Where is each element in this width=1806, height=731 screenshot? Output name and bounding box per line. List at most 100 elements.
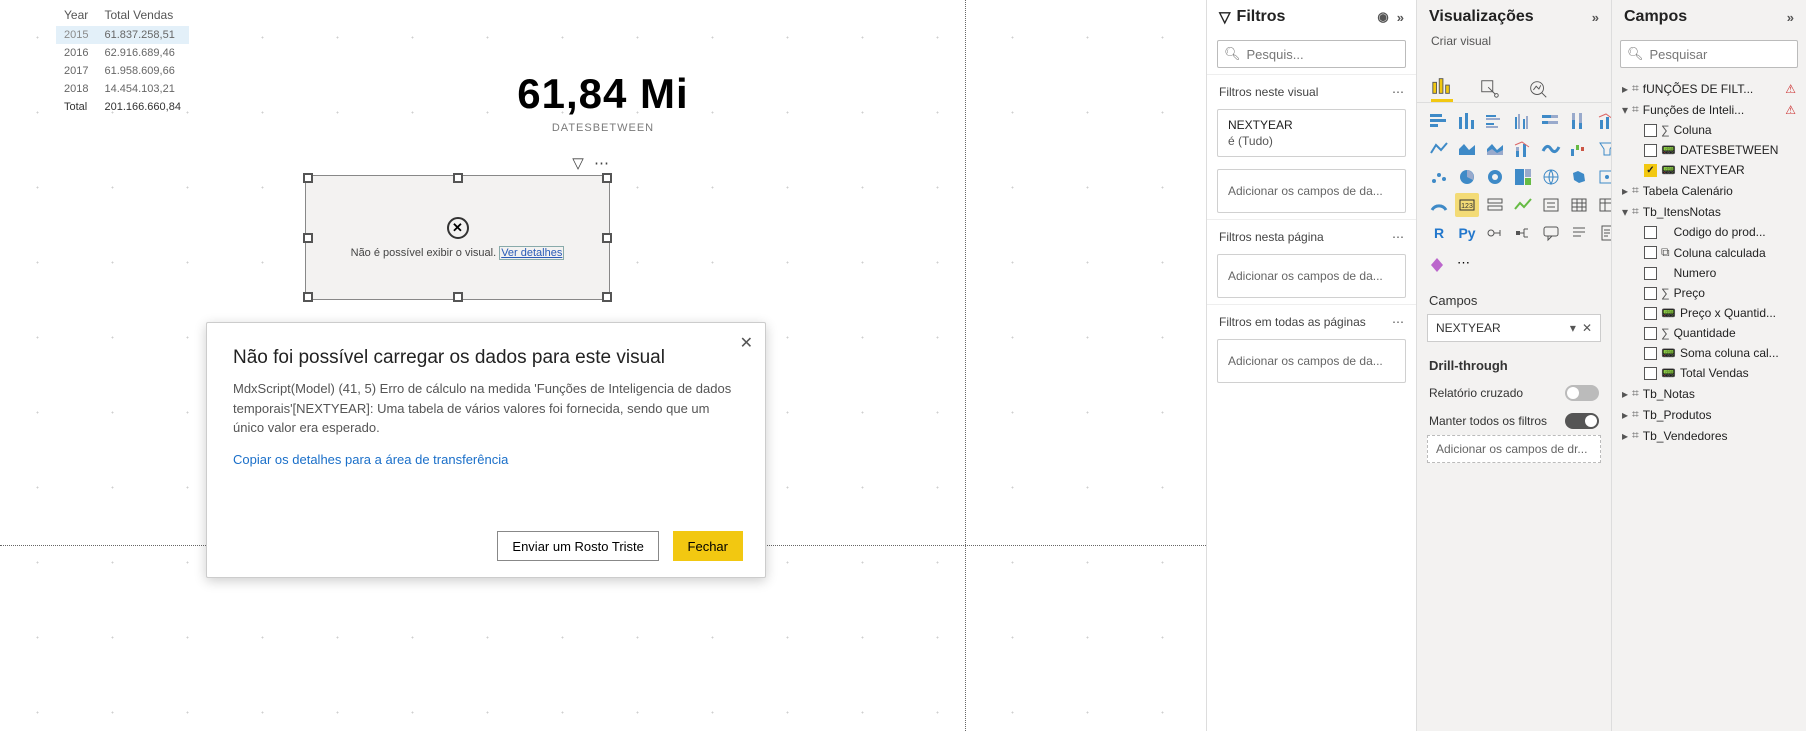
- viz-map[interactable]: [1539, 165, 1563, 189]
- field-node[interactable]: 📟 Preço x Quantid...: [1618, 303, 1800, 323]
- resize-handle[interactable]: [453, 292, 463, 302]
- viz-filled-map[interactable]: [1567, 165, 1591, 189]
- viz-ribbon[interactable]: [1539, 137, 1563, 161]
- col-year[interactable]: Year: [56, 4, 96, 26]
- viz-clustered-col[interactable]: [1511, 109, 1535, 133]
- eye-icon[interactable]: ◉: [1377, 9, 1388, 25]
- collapse-icon[interactable]: »: [1592, 10, 1599, 25]
- viz-card[interactable]: 123: [1455, 193, 1479, 217]
- viz-area[interactable]: [1455, 137, 1479, 161]
- filter-add-well[interactable]: Adicionar os campos de da...: [1217, 169, 1406, 213]
- tab-analytics[interactable]: [1527, 58, 1549, 102]
- table-node[interactable]: ▾⌗Funções de Inteli...⚠: [1618, 99, 1800, 120]
- viz-table[interactable]: [1567, 193, 1591, 217]
- field-checkbox[interactable]: ✓: [1644, 164, 1657, 177]
- field-checkbox[interactable]: [1644, 124, 1657, 137]
- more-icon[interactable]: ⋯: [1392, 315, 1404, 329]
- viz-scatter[interactable]: [1427, 165, 1451, 189]
- copy-details-link[interactable]: Copiar os detalhes para a área de transf…: [207, 438, 765, 481]
- table-node[interactable]: ▸⌗Tb_Produtos: [1618, 404, 1800, 425]
- viz-power-apps[interactable]: [1427, 255, 1451, 279]
- card-visual[interactable]: 61,84 Mi DATESBETWEEN: [0, 70, 1206, 134]
- fields-search-input[interactable]: 🔍︎ Pesquisar: [1620, 40, 1798, 68]
- table-node[interactable]: ▸⌗Tb_Vendedores: [1618, 425, 1800, 446]
- viz-line[interactable]: [1427, 137, 1451, 161]
- field-checkbox[interactable]: [1644, 327, 1657, 340]
- viz-key-influencers[interactable]: [1483, 221, 1507, 245]
- field-checkbox[interactable]: [1644, 347, 1657, 360]
- table-row[interactable]: 201561.837.258,51: [56, 26, 189, 44]
- field-checkbox[interactable]: [1644, 144, 1657, 157]
- field-node[interactable]: ∑ Coluna: [1618, 120, 1800, 140]
- filter-add-well[interactable]: Adicionar os campos de da...: [1217, 339, 1406, 383]
- drill-add-well[interactable]: Adicionar os campos de dr...: [1427, 435, 1601, 463]
- field-node[interactable]: 📟 Soma coluna cal...: [1618, 343, 1800, 363]
- filter-add-well[interactable]: Adicionar os campos de da...: [1217, 254, 1406, 298]
- table-node[interactable]: ▸⌗Tb_Notas: [1618, 383, 1800, 404]
- close-button[interactable]: Fechar: [673, 531, 743, 561]
- field-node[interactable]: ✓ 📟 NEXTYEAR: [1618, 160, 1800, 180]
- resize-handle[interactable]: [602, 292, 612, 302]
- table-node[interactable]: ▸⌗fUNÇÕES DE FILT...⚠: [1618, 78, 1800, 99]
- chevron-down-icon[interactable]: ▾: [1570, 321, 1576, 335]
- field-checkbox[interactable]: [1644, 287, 1657, 300]
- viz-clustered-bar[interactable]: [1483, 109, 1507, 133]
- viz-slicer[interactable]: [1539, 193, 1563, 217]
- more-icon[interactable]: ⋯: [1392, 85, 1404, 99]
- close-icon[interactable]: ✕: [740, 333, 753, 353]
- field-checkbox[interactable]: [1644, 307, 1657, 320]
- viz-stacked-area[interactable]: [1483, 137, 1507, 161]
- resize-handle[interactable]: [303, 173, 313, 183]
- viz-stacked-col[interactable]: [1455, 109, 1479, 133]
- field-node[interactable]: 📟 Total Vendas: [1618, 363, 1800, 383]
- filter-icon[interactable]: ▽: [572, 155, 584, 172]
- viz-line-stacked[interactable]: [1511, 137, 1535, 161]
- table-node[interactable]: ▾⌗Tb_ItensNotas: [1618, 201, 1800, 222]
- cross-report-toggle[interactable]: [1565, 385, 1599, 401]
- viz-python[interactable]: Py: [1455, 221, 1479, 245]
- resize-handle[interactable]: [602, 173, 612, 183]
- tab-build[interactable]: [1431, 58, 1453, 102]
- field-checkbox[interactable]: [1644, 267, 1657, 280]
- filter-card-nextyear[interactable]: NEXTYEAR é (Tudo): [1217, 109, 1406, 157]
- more-icon[interactable]: ⋯: [594, 155, 609, 172]
- collapse-icon[interactable]: »: [1397, 10, 1404, 25]
- resize-handle[interactable]: [453, 173, 463, 183]
- viz-kpi[interactable]: [1511, 193, 1535, 217]
- viz-pie[interactable]: [1455, 165, 1479, 189]
- viz-100-col[interactable]: [1567, 109, 1591, 133]
- field-well-nextyear[interactable]: NEXTYEAR ▾ ✕: [1427, 314, 1601, 342]
- viz-narrative[interactable]: [1567, 221, 1591, 245]
- field-node[interactable]: ⧉ Coluna calculada: [1618, 242, 1800, 263]
- resize-handle[interactable]: [602, 233, 612, 243]
- filter-search-input[interactable]: 🔍︎ Pesquis...: [1217, 40, 1406, 68]
- viz-treemap[interactable]: [1511, 165, 1535, 189]
- field-node[interactable]: ∑ Numero: [1618, 263, 1800, 283]
- viz-r[interactable]: R: [1427, 221, 1451, 245]
- field-node[interactable]: 📟 DATESBETWEEN: [1618, 140, 1800, 160]
- report-canvas[interactable]: Year Total Vendas 201561.837.258,51 2016…: [0, 0, 1206, 731]
- col-total[interactable]: Total Vendas: [96, 4, 188, 26]
- tab-format[interactable]: [1479, 58, 1501, 102]
- collapse-icon[interactable]: »: [1787, 10, 1794, 25]
- viz-stacked-bar[interactable]: [1427, 109, 1451, 133]
- field-checkbox[interactable]: [1644, 367, 1657, 380]
- field-node[interactable]: ∑ Quantidade: [1618, 323, 1800, 343]
- field-node[interactable]: ∑ Preço: [1618, 283, 1800, 303]
- resize-handle[interactable]: [303, 292, 313, 302]
- field-checkbox[interactable]: [1644, 226, 1657, 239]
- viz-multi-card[interactable]: [1483, 193, 1507, 217]
- keep-filters-toggle[interactable]: [1565, 413, 1599, 429]
- more-icon[interactable]: ⋯: [1392, 230, 1404, 244]
- viz-100-bar[interactable]: [1539, 109, 1563, 133]
- field-checkbox[interactable]: [1644, 246, 1657, 259]
- table-node[interactable]: ▸⌗Tabela Calenário: [1618, 180, 1800, 201]
- viz-decomposition[interactable]: [1511, 221, 1535, 245]
- table-row[interactable]: 201662.916.689,46: [56, 44, 189, 62]
- resize-handle[interactable]: [303, 233, 313, 243]
- remove-field-icon[interactable]: ✕: [1582, 321, 1592, 335]
- viz-qna[interactable]: [1539, 221, 1563, 245]
- send-frown-button[interactable]: Enviar um Rosto Triste: [497, 531, 659, 561]
- viz-gauge[interactable]: [1427, 193, 1451, 217]
- field-node[interactable]: ∑ Codigo do prod...: [1618, 222, 1800, 242]
